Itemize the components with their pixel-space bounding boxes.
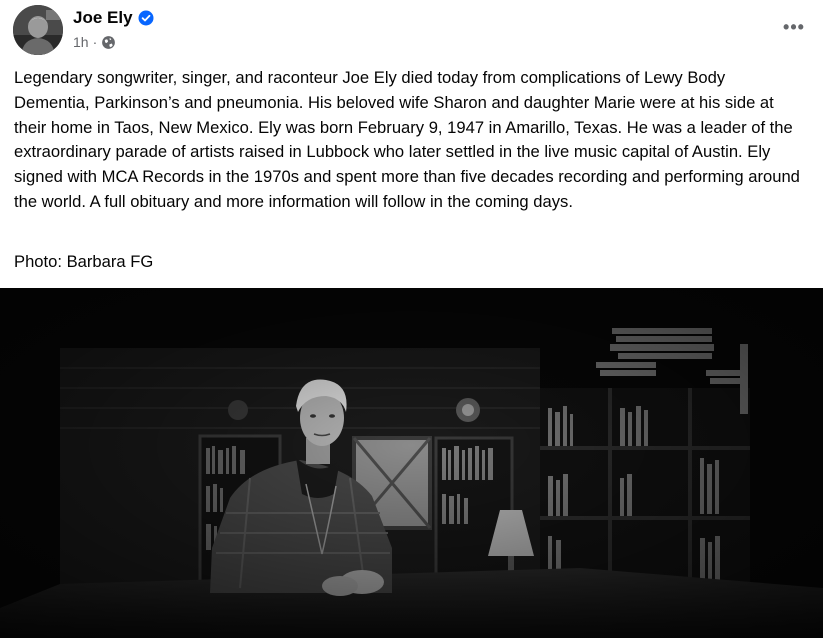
more-options-icon: ••• [783,17,805,37]
post-photo[interactable] [0,288,823,638]
post-header: Joe Ely 1h · ••• [0,0,823,62]
more-options-button[interactable]: ••• [781,14,807,40]
verified-badge-icon [138,10,154,26]
meta-separator: · [92,34,98,50]
post-timestamp[interactable]: 1h [73,34,89,50]
photo-credit: Photo: Barbara FG [14,252,154,271]
globe-icon[interactable] [101,35,116,50]
author-row: Joe Ely [73,7,154,29]
avatar[interactable] [13,5,63,55]
post-text: Legendary songwriter, singer, and racont… [14,68,800,211]
post-meta: 1h · [73,33,116,51]
author-name[interactable]: Joe Ely [73,8,133,28]
